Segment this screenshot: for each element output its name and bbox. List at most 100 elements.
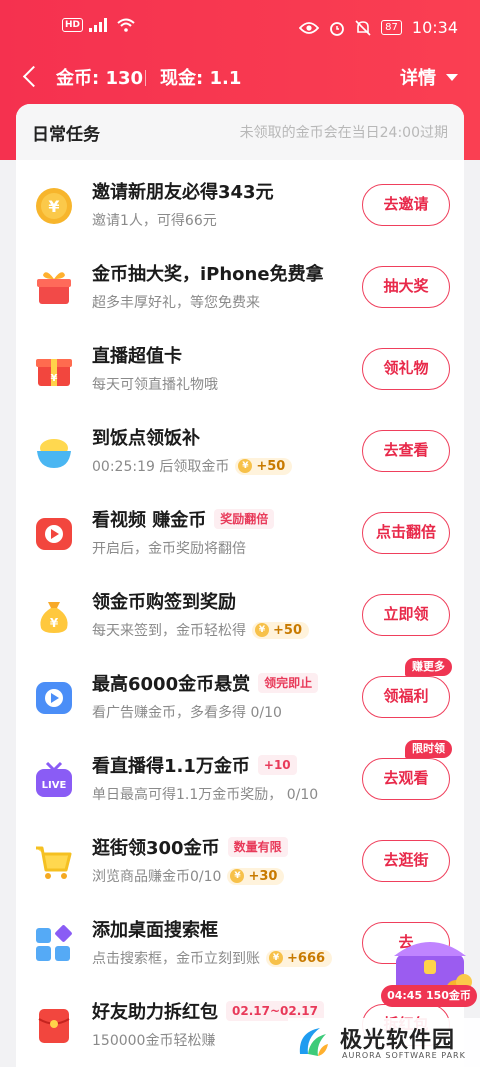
top-nav: 金币: 130 现金: 1.1 详情 <box>0 62 480 92</box>
double-reward-tag: 奖励翻倍 <box>214 509 275 529</box>
battery-icon: 87 <box>381 20 402 35</box>
earn-more-badge: 赚更多 <box>405 658 452 676</box>
coin-icon: ¥ <box>238 459 253 473</box>
bonus-tag: +10 <box>257 755 297 775</box>
task-subtitle: 邀请1人，可得66元 <box>92 213 217 229</box>
watermark-cn: 极光软件园 <box>340 1028 456 1053</box>
ad-play-icon <box>36 682 72 714</box>
task-title: 看直播得1.1万金币 +10 <box>92 752 297 778</box>
task-title: 直播超值卡 <box>92 346 182 367</box>
task-subtitle: 00:25:19 后领取金币 ¥ +50 <box>92 456 293 476</box>
task-row: ¥ 邀请新朋友必得343元 邀请1人，可得66元 去邀请 <box>16 166 464 248</box>
limited-tag: 领完即止 <box>258 673 319 693</box>
countdown-text: 00:25:19 后领取金币 <box>92 459 230 475</box>
lottery-button[interactable]: 抽大奖 <box>362 266 450 308</box>
coin-icon: ¥ <box>255 623 269 637</box>
coin-reward-value: +50 <box>256 458 286 474</box>
watermark-en: AURORA SOFTWARE PARK <box>342 1051 466 1060</box>
task-subtitle: 150000金币轻松赚 <box>92 1033 216 1049</box>
mute-icon <box>355 19 371 36</box>
welfare-button[interactable]: 领福利 <box>362 676 450 718</box>
task-title: 添加桌面搜索框 <box>92 920 218 941</box>
app-grid-icon <box>36 925 72 961</box>
task-title: 邀请新朋友必得343元 <box>92 182 274 203</box>
coin-reward-chip: ¥ +30 <box>227 867 285 885</box>
svg-text:LIVE: LIVE <box>42 780 67 791</box>
aurora-logo-icon <box>299 1028 328 1056</box>
double-button[interactable]: 点击翻倍 <box>362 512 450 554</box>
float-timer[interactable]: 04:45 150金币 <box>381 985 477 1007</box>
task-title: 逛街领300金币 数量有限 <box>92 834 288 860</box>
task-subtitle: 浏览商品赚金币0/10 ¥ +30 <box>92 866 285 886</box>
task-row: ¥ 直播超值卡 每天可领直播礼物哦 领礼物 <box>16 330 464 412</box>
task-title: 看视频 赚金币 奖励翻倍 <box>92 506 275 532</box>
status-bar: HD 87 10:34 <box>0 14 480 44</box>
svg-text:¥: ¥ <box>48 197 59 216</box>
task-row: ¥ 领金币购签到奖励 每天来签到，金币轻松得 ¥ +50 立即领 <box>16 576 464 658</box>
coin-reward-value: +50 <box>273 622 302 638</box>
coin-reward-chip: ¥ +50 <box>252 621 309 639</box>
watch-live-button[interactable]: 去观看 <box>362 758 450 800</box>
section-header: 日常任务 未领取的金币会在当日24:00过期 <box>16 104 464 160</box>
gold-coin-icon: ¥ <box>36 188 72 224</box>
task-subtitle: 看广告赚金币，多看多得 0/10 <box>92 705 282 721</box>
task-title-text: 逛街领300金币 <box>92 838 220 859</box>
coin-reward-chip: ¥ +50 <box>235 457 293 475</box>
task-subtitle-text: 每天来签到，金币轻松得 <box>92 623 246 639</box>
task-subtitle: 开启后，金币奖励将翻倍 <box>92 541 246 557</box>
task-subtitle-text: 浏览商品赚金币0/10 <box>92 869 222 885</box>
coin-icon: ¥ <box>269 951 283 965</box>
task-row: 看视频 赚金币 奖励翻倍 开启后，金币奖励将翻倍 点击翻倍 <box>16 494 464 576</box>
task-subtitle: 单日最高可得1.1万金币奖励， 0/10 <box>92 787 319 803</box>
gift-button[interactable]: 领礼物 <box>362 348 450 390</box>
detail-label: 详情 <box>400 68 436 89</box>
live-tv-icon: LIVE <box>36 761 72 797</box>
wifi-icon <box>117 18 135 32</box>
eye-icon <box>299 21 320 34</box>
task-title: 领金币购签到奖励 <box>92 592 236 613</box>
task-title: 金币抽大奖，iPhone免费拿 <box>92 264 324 285</box>
watermark: 极光软件园 AURORA SOFTWARE PARK <box>288 1018 480 1067</box>
coin-balance: 金币: 130 <box>56 68 144 89</box>
task-title-text: 好友助力拆红包 <box>92 1002 218 1023</box>
task-row: 到饭点领饭补 00:25:19 后领取金币 ¥ +50 去查看 <box>16 412 464 494</box>
task-subtitle: 每天可领直播礼物哦 <box>92 377 218 393</box>
back-arrow-icon[interactable] <box>20 62 44 92</box>
signal-icon <box>89 18 108 32</box>
cash-balance: 现金: 1.1 <box>160 68 242 89</box>
task-subtitle: 每天来签到，金币轻松得 ¥ +50 <box>92 620 309 640</box>
task-row: 逛街领300金币 数量有限 浏览商品赚金币0/10 ¥ +30 去逛街 <box>16 822 464 904</box>
view-button[interactable]: 去查看 <box>362 430 450 472</box>
red-gift-card-icon: ¥ <box>36 359 72 386</box>
money-bag-icon: ¥ <box>40 602 68 633</box>
coin-reward-value: +666 <box>287 950 326 966</box>
invite-button[interactable]: 去邀请 <box>362 184 450 226</box>
divider <box>145 70 146 86</box>
task-row: LIVE 看直播得1.1万金币 +10 单日最高可得1.1万金币奖励， 0/10 … <box>16 740 464 822</box>
task-title: 最高6000金币悬赏 领完即止 <box>92 670 319 696</box>
detail-button[interactable]: 详情 <box>400 64 458 90</box>
coin-reward-value: +30 <box>248 868 278 884</box>
red-envelope-icon <box>38 1009 70 1043</box>
task-subtitle-text: 点击搜索框，金币立刻到账 <box>92 951 260 967</box>
video-play-icon <box>36 518 72 550</box>
task-title-text: 看直播得1.1万金币 <box>92 756 250 777</box>
task-subtitle: 超多丰厚好礼，等您免费来 <box>92 295 260 311</box>
task-row: 金币抽大奖，iPhone免费拿 超多丰厚好礼，等您免费来 抽大奖 <box>16 248 464 330</box>
claim-button[interactable]: 立即领 <box>362 594 450 636</box>
hd-indicator: HD <box>62 18 84 32</box>
dropdown-triangle-icon <box>446 73 458 81</box>
task-title-text: 最高6000金币悬赏 <box>92 674 251 695</box>
section-title: 日常任务 <box>32 124 100 145</box>
task-title: 到饭点领饭补 <box>92 428 200 449</box>
svg-text:¥: ¥ <box>50 616 59 630</box>
limited-quantity-tag: 数量有限 <box>227 837 288 857</box>
task-subtitle: 点击搜索框，金币立刻到账 ¥ +666 <box>92 948 333 968</box>
svg-text:¥: ¥ <box>51 373 58 384</box>
shopping-cart-icon <box>36 846 72 879</box>
gift-box-icon <box>37 272 71 304</box>
coin-reward-chip: ¥ +666 <box>266 949 333 967</box>
shop-button[interactable]: 去逛街 <box>362 840 450 882</box>
clock: 10:34 <box>411 18 458 37</box>
limited-time-badge: 限时领 <box>405 740 452 758</box>
